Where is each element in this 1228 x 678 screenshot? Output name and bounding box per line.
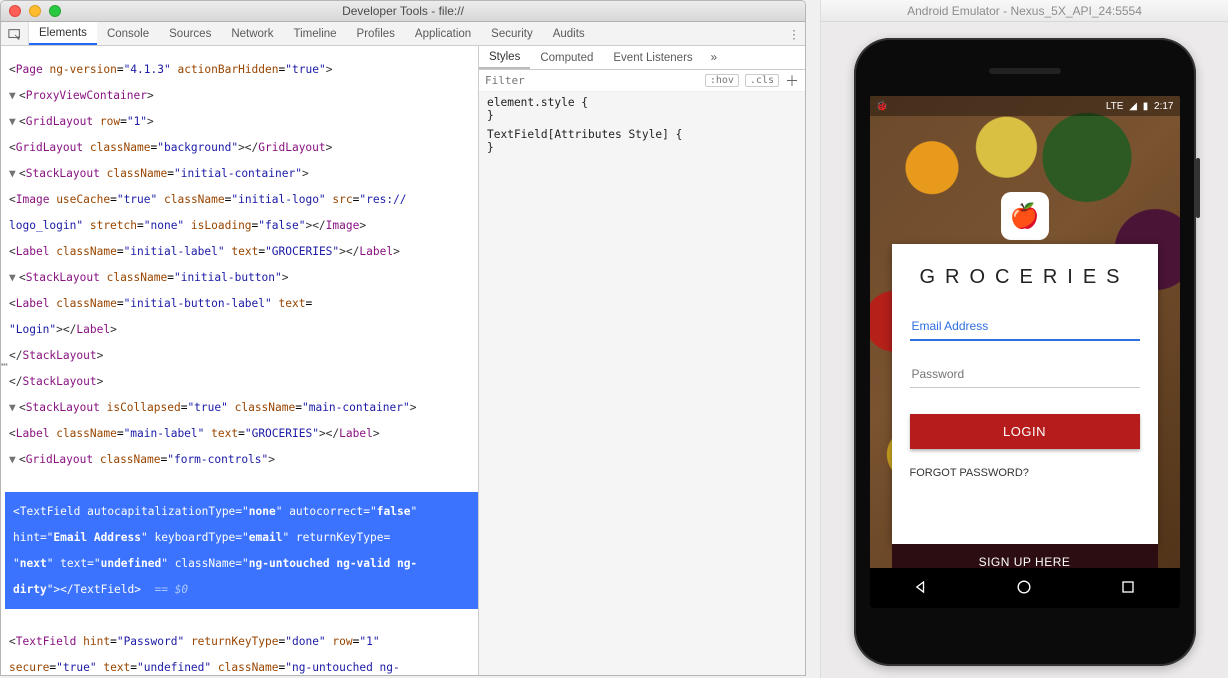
window-minimize-icon[interactable]	[29, 5, 41, 17]
nav-recent-icon[interactable]	[1118, 577, 1138, 600]
traffic-lights	[1, 5, 61, 17]
css-rule-selector[interactable]: TextField[Attributes Style] {	[487, 128, 797, 141]
emulator-title: Android Emulator - Nexus_5X_API_24:5554	[821, 0, 1228, 22]
nav-back-icon[interactable]	[911, 577, 931, 600]
phone-screen[interactable]: 🐞 LTE ◢ ▮ 2:17 🍎 GROCERIES	[870, 96, 1180, 608]
devtools-window: Developer Tools - file:// Elements Conso…	[0, 0, 806, 676]
window-close-icon[interactable]	[9, 5, 21, 17]
tab-network[interactable]: Network	[221, 22, 283, 45]
dom-tree-panel[interactable]: <Page ng-version="4.1.3" actionBarHidden…	[1, 46, 479, 675]
login-button[interactable]: LOGIN	[910, 414, 1140, 449]
dom-node[interactable]: <Label className="main-label" text="GROC…	[5, 427, 478, 440]
window-title: Developer Tools - file://	[1, 4, 805, 18]
tab-application[interactable]: Application	[405, 22, 481, 45]
dom-node[interactable]: </StackLayout>	[5, 375, 478, 388]
dom-node[interactable]: <Label className="initial-label" text="G…	[5, 245, 478, 258]
dom-node[interactable]: <Label className="initial-button-label" …	[5, 297, 478, 310]
dom-node[interactable]: <Image useCache="true" className="initia…	[5, 193, 478, 206]
password-field[interactable]	[910, 361, 1140, 388]
tab-profiles[interactable]: Profiles	[347, 22, 405, 45]
gutter-ellipsis-icon[interactable]: ⋯	[1, 358, 19, 371]
tab-event-listeners[interactable]: Event Listeners	[603, 46, 702, 69]
dom-node[interactable]: <GridLayout className="background"></Gri…	[5, 141, 478, 154]
email-field[interactable]	[910, 313, 1140, 341]
styles-add-rule-icon[interactable]: ＋	[785, 71, 799, 91]
dom-node-selected[interactable]: <TextField autocapitalizationType="none"…	[5, 492, 478, 609]
mac-titlebar[interactable]: Developer Tools - file://	[1, 1, 805, 22]
nav-home-icon[interactable]	[1014, 577, 1034, 600]
tab-computed[interactable]: Computed	[530, 46, 603, 69]
phone-frame: 🐞 LTE ◢ ▮ 2:17 🍎 GROCERIES	[854, 38, 1196, 666]
phone-speaker	[989, 68, 1061, 74]
styles-tabstrip: Styles Computed Event Listeners »	[479, 46, 805, 70]
dom-node[interactable]: <Page ng-version="4.1.3" actionBarHidden…	[5, 63, 478, 76]
inspect-element-icon[interactable]	[1, 22, 29, 45]
tab-console[interactable]: Console	[97, 22, 159, 45]
dom-node[interactable]: "Login"></Label>	[5, 323, 478, 336]
android-navbar	[870, 568, 1180, 608]
styles-cls-toggle[interactable]: .cls	[745, 74, 779, 87]
styles-more-icon[interactable]: »	[703, 46, 725, 69]
dom-node[interactable]: ▼<StackLayout className="initial-button"…	[5, 271, 478, 284]
css-rule-selector[interactable]: element.style {	[487, 96, 797, 109]
login-card: GROCERIES LOGIN FORGOT PASSWORD?	[892, 244, 1158, 544]
window-zoom-icon[interactable]	[49, 5, 61, 17]
groceries-app: 🍎 GROCERIES LOGIN FORGOT PASSWORD? SIGN …	[870, 96, 1180, 608]
android-statusbar: 🐞 LTE ◢ ▮ 2:17	[870, 96, 1180, 116]
styles-rules[interactable]: element.style { } TextField[Attributes S…	[479, 92, 805, 675]
styles-panel: Styles Computed Event Listeners » :hov .…	[479, 46, 805, 675]
app-logo-icon: 🍎	[1001, 192, 1049, 240]
debug-icon: 🐞	[876, 101, 888, 112]
dom-node[interactable]: secure="true" text="undefined" className…	[5, 661, 478, 674]
styles-hov-toggle[interactable]: :hov	[705, 74, 739, 87]
tab-audits[interactable]: Audits	[543, 22, 595, 45]
lte-label: LTE	[1106, 101, 1124, 112]
phone-power-button[interactable]	[1196, 158, 1200, 218]
clock-label: 2:17	[1154, 101, 1173, 112]
signal-icon: ◢	[1129, 101, 1137, 112]
dom-node[interactable]: logo_login" stretch="none" isLoading="fa…	[5, 219, 478, 232]
dom-node[interactable]: </StackLayout>	[5, 349, 478, 362]
app-heading: GROCERIES	[910, 266, 1140, 289]
tab-timeline[interactable]: Timeline	[284, 22, 347, 45]
styles-filter-input[interactable]	[485, 74, 699, 87]
battery-icon: ▮	[1143, 101, 1149, 112]
dom-node[interactable]: ▼<StackLayout isCollapsed="true" classNa…	[5, 401, 478, 414]
tab-sources[interactable]: Sources	[159, 22, 221, 45]
emulator-window: Android Emulator - Nexus_5X_API_24:5554 …	[820, 0, 1228, 678]
styles-filter-row: :hov .cls ＋	[479, 70, 805, 92]
dom-node[interactable]: <TextField hint="Password" returnKeyType…	[5, 635, 478, 648]
tab-elements[interactable]: Elements	[29, 22, 97, 45]
dom-node[interactable]: ▼<ProxyViewContainer>	[5, 89, 478, 102]
dom-node[interactable]: ▼<StackLayout className="initial-contain…	[5, 167, 478, 180]
devtools-tabstrip: Elements Console Sources Network Timelin…	[1, 22, 805, 46]
dom-node[interactable]: ▼<GridLayout className="form-controls">	[5, 453, 478, 466]
css-rule-brace: }	[487, 109, 797, 122]
forgot-password-link[interactable]: FORGOT PASSWORD?	[910, 467, 1140, 479]
tab-styles[interactable]: Styles	[479, 46, 530, 69]
css-rule-brace: }	[487, 141, 797, 154]
dom-node[interactable]: ▼<GridLayout row="1">	[5, 115, 478, 128]
devtools-more-icon[interactable]: ⋮	[783, 22, 805, 45]
tab-security[interactable]: Security	[481, 22, 543, 45]
